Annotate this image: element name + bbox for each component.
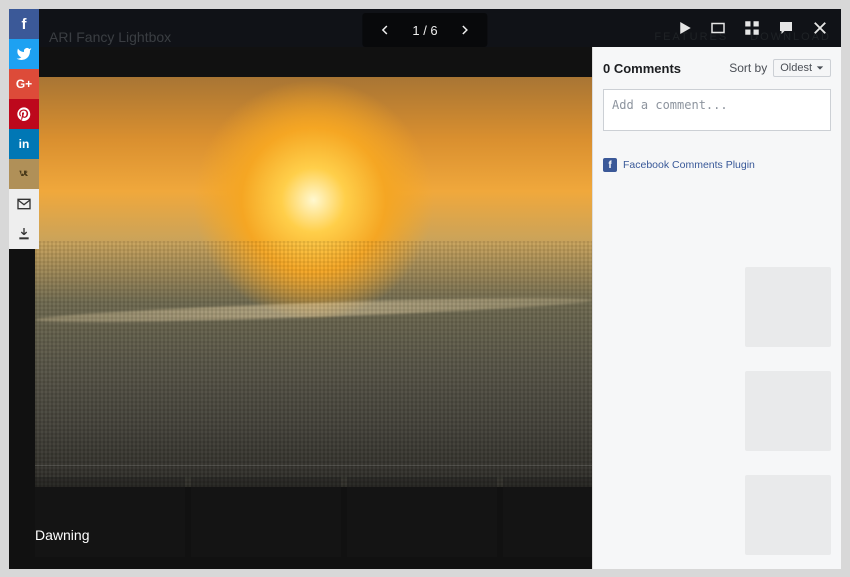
main-image[interactable] xyxy=(35,77,592,487)
comments-footer: f Facebook Comments Plugin xyxy=(593,150,841,180)
next-button[interactable] xyxy=(448,13,482,47)
play-button[interactable] xyxy=(667,9,701,47)
app-frame: ARI Fancy Lightbox FEATURES DOWNLOAD f G… xyxy=(9,9,841,569)
share-twitter-button[interactable] xyxy=(9,39,39,69)
comment-input-wrap xyxy=(593,89,841,150)
sunset-image xyxy=(35,77,592,487)
prev-button[interactable] xyxy=(368,13,402,47)
caret-down-icon xyxy=(816,64,824,72)
sort-wrap: Sort by Oldest xyxy=(729,59,831,77)
image-caption: Dawning xyxy=(35,527,89,543)
email-icon xyxy=(16,196,32,212)
googleplus-icon: G+ xyxy=(16,77,32,91)
facebook-icon: f xyxy=(603,158,617,172)
pinterest-icon xyxy=(16,106,32,122)
chevron-right-icon xyxy=(459,24,471,36)
image-counter: 1 / 6 xyxy=(402,23,447,38)
thumbnails-button[interactable] xyxy=(735,9,769,47)
comments-header: 0 Comments Sort by Oldest xyxy=(593,47,841,89)
linkedin-icon: in xyxy=(19,137,30,151)
social-share-rail: f G+ in xyxy=(9,9,39,249)
comment-input[interactable] xyxy=(603,89,831,131)
thumbnail[interactable] xyxy=(347,477,497,557)
share-facebook-button[interactable]: f xyxy=(9,9,39,39)
comment-icon xyxy=(777,19,795,37)
comments-panel: 0 Comments Sort by Oldest f Facebook Com… xyxy=(592,47,841,569)
share-pinterest-button[interactable] xyxy=(9,99,39,129)
thumbnail[interactable] xyxy=(35,477,185,557)
lightbox-overlay: f G+ in xyxy=(9,9,841,569)
thumbnail[interactable] xyxy=(191,477,341,557)
facebook-icon: f xyxy=(22,16,27,33)
download-button[interactable] xyxy=(9,219,39,249)
fullscreen-icon xyxy=(709,19,727,37)
close-button[interactable] xyxy=(803,9,837,47)
comments-button[interactable] xyxy=(769,9,803,47)
vk-icon xyxy=(16,166,32,182)
fullscreen-button[interactable] xyxy=(701,9,735,47)
image-area: Dawning xyxy=(9,47,592,569)
share-googleplus-button[interactable]: G+ xyxy=(9,69,39,99)
play-icon xyxy=(675,19,693,37)
comments-count: 0 Comments xyxy=(603,61,681,76)
thumbnail-strip xyxy=(35,477,592,557)
download-icon xyxy=(16,226,32,242)
twitter-icon xyxy=(16,46,32,62)
grid-icon xyxy=(743,19,761,37)
share-vk-button[interactable] xyxy=(9,159,39,189)
sort-value: Oldest xyxy=(780,62,812,74)
close-icon xyxy=(811,19,829,37)
fb-comments-plugin-link[interactable]: Facebook Comments Plugin xyxy=(623,159,755,171)
sort-select[interactable]: Oldest xyxy=(773,59,831,77)
share-linkedin-button[interactable]: in xyxy=(9,129,39,159)
counter-bar: 1 / 6 xyxy=(362,13,487,47)
chevron-left-icon xyxy=(379,24,391,36)
share-email-button[interactable] xyxy=(9,189,39,219)
sort-label: Sort by xyxy=(729,61,767,75)
